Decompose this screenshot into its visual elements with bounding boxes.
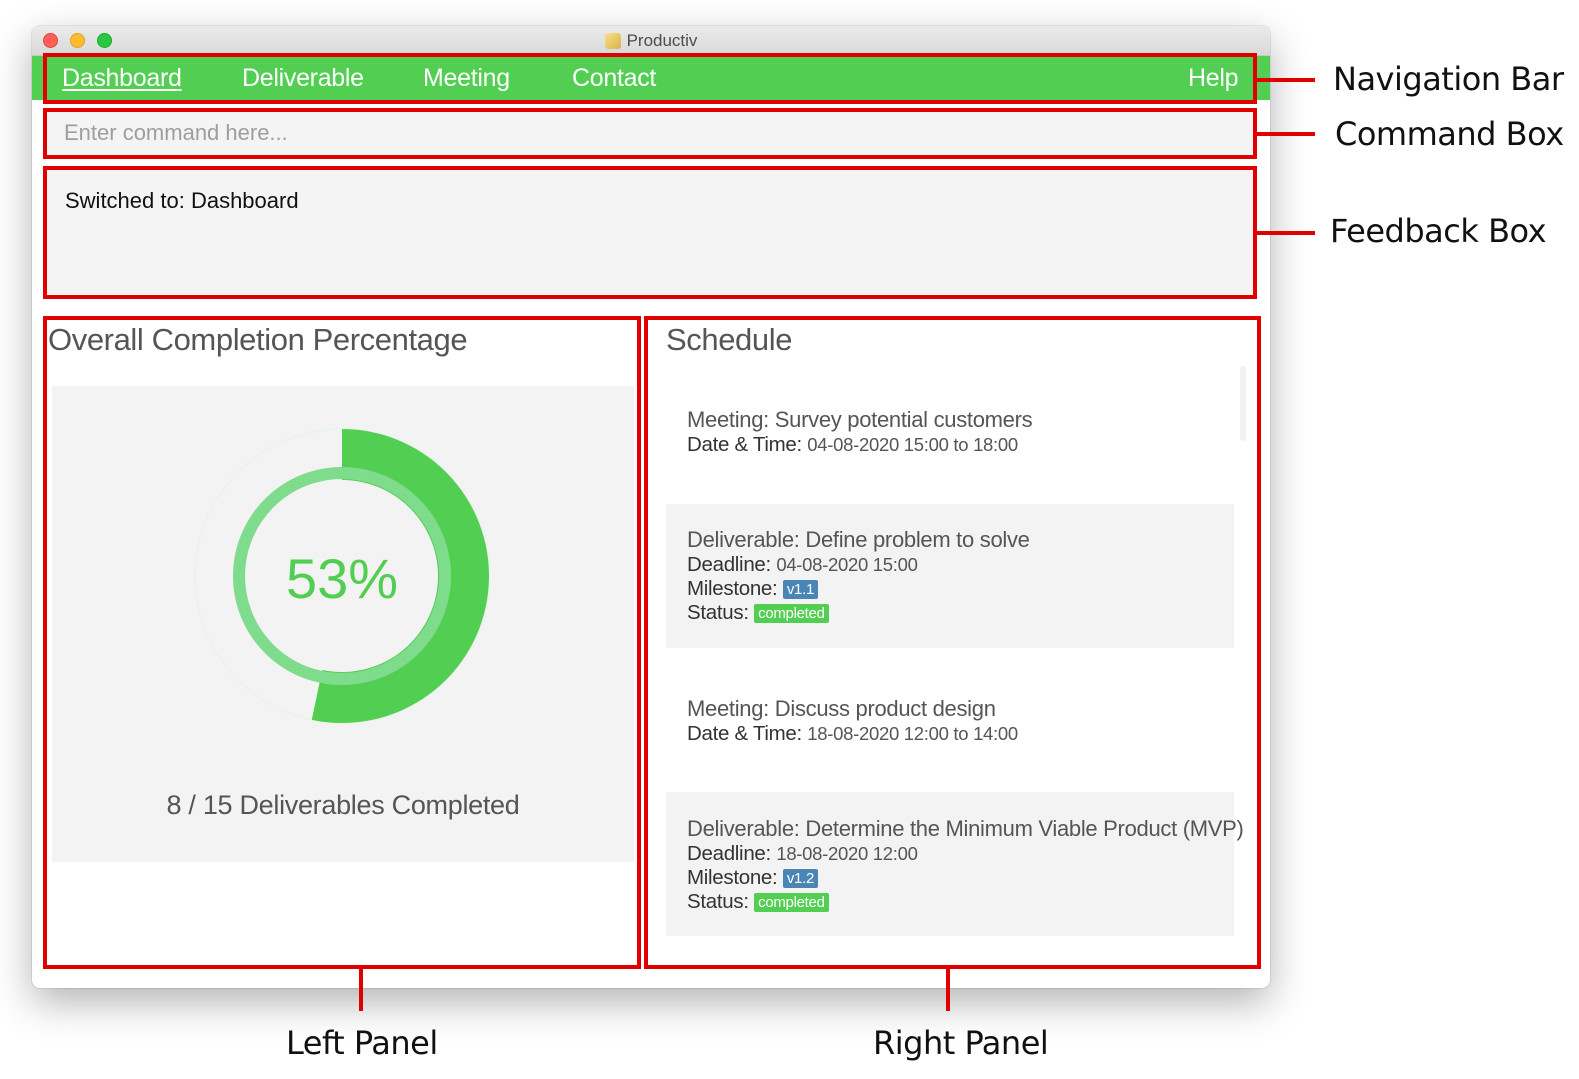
command-box-label: Command Box (1335, 115, 1564, 153)
command-box-pointer (1257, 132, 1315, 136)
right-panel-highlight (644, 316, 1261, 969)
left-panel-highlight (43, 316, 641, 969)
right-panel-pointer (946, 969, 950, 1011)
right-panel-label: Right Panel (873, 1024, 1049, 1062)
app-icon (604, 32, 621, 49)
window-title: Productiv (626, 30, 698, 50)
left-panel-pointer (359, 969, 363, 1011)
left-panel-label: Left Panel (286, 1024, 438, 1062)
feedback-box-highlight (43, 166, 1257, 299)
feedback-box-pointer (1257, 231, 1315, 235)
feedback-box-label: Feedback Box (1330, 212, 1547, 250)
window-title-wrap: Productiv (32, 26, 1270, 55)
navigation-bar-pointer (1257, 78, 1315, 82)
navigation-bar-highlight (43, 53, 1257, 104)
command-box-highlight (43, 108, 1257, 159)
title-bar: Productiv (32, 26, 1270, 56)
navigation-bar-label: Navigation Bar (1333, 60, 1564, 98)
